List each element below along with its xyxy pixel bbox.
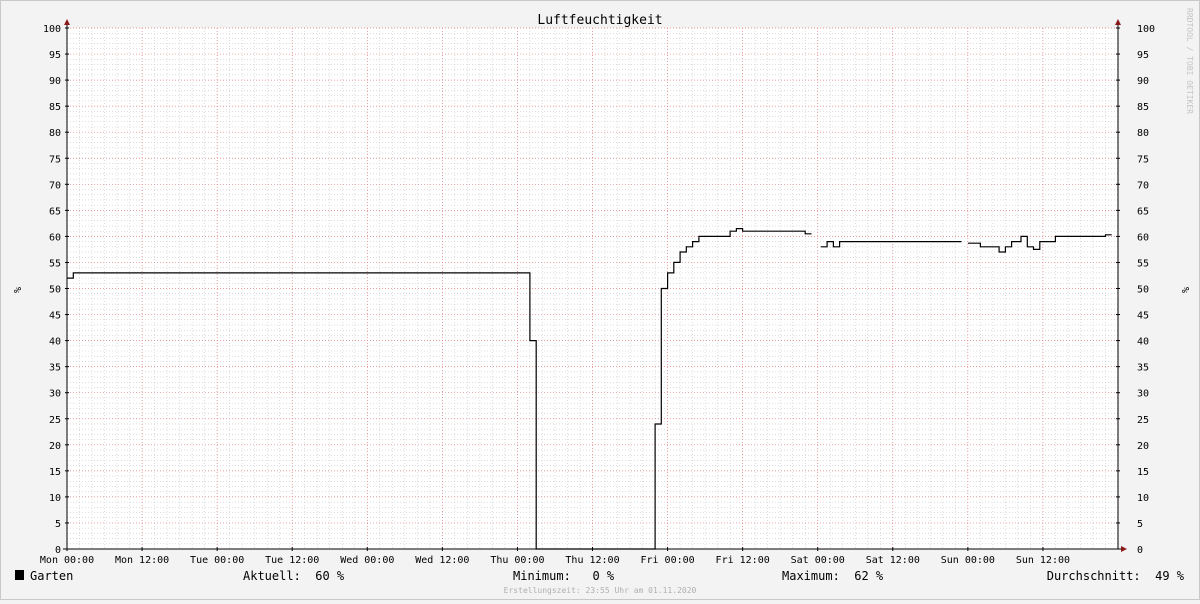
y-tick-label-right: 75 (1137, 154, 1149, 165)
y-axis-label-left: % (11, 287, 22, 293)
legend-swatch (15, 570, 24, 580)
legend-average: Durchschnitt: 49 % (1047, 569, 1185, 583)
y-tick-label-right: 100 (1137, 24, 1155, 35)
y-tick-label: 20 (49, 441, 61, 452)
y-tick-label: 65 (49, 206, 61, 217)
y-tick-label-right: 90 (1137, 76, 1149, 87)
legend-minimum: Minimum: 0 % (513, 569, 615, 583)
y-tick-label: 55 (49, 258, 61, 269)
y-tick-label-right: 45 (1137, 311, 1149, 322)
y-tick-label-right: 0 (1137, 545, 1143, 556)
footer-timestamp: Erstellungszeit: 23:55 Uhr am 01.11.2020 (504, 586, 697, 595)
y-tick-label-right: 85 (1137, 102, 1149, 113)
x-tick-label: Thu 00:00 (490, 555, 544, 566)
y-tick-label: 50 (49, 285, 61, 296)
y-tick-label: 80 (49, 128, 61, 139)
y-tick-labels-left: 0510152025303540455055606570758085909510… (43, 24, 61, 556)
x-tick-label: Mon 00:00 (40, 555, 94, 566)
y-tick-label-right: 25 (1137, 415, 1149, 426)
x-tick-label: Wed 00:00 (340, 555, 394, 566)
y-tick-label: 40 (49, 337, 61, 348)
legend-series-name: Garten (30, 569, 73, 583)
y-tick-label: 85 (49, 102, 61, 113)
legend-current: Aktuell: 60 % (243, 569, 345, 583)
y-tick-label-right: 65 (1137, 206, 1149, 217)
y-tick-label: 15 (49, 467, 61, 478)
y-tick-label-right: 10 (1137, 493, 1149, 504)
y-axis-arrow-right (1115, 19, 1121, 25)
y-tick-label-right: 55 (1137, 258, 1149, 269)
y-tick-label-right: 50 (1137, 285, 1149, 296)
y-tick-label: 30 (49, 389, 61, 400)
x-tick-label: Thu 12:00 (565, 555, 619, 566)
y-tick-label: 95 (49, 50, 61, 61)
x-tick-label: Sat 12:00 (866, 555, 920, 566)
x-tick-label: Mon 12:00 (115, 555, 169, 566)
y-axis-label-right: % (1179, 287, 1190, 293)
y-tick-label-right: 95 (1137, 50, 1149, 61)
y-tick-label-right: 60 (1137, 232, 1149, 243)
chart-frame: 0 5 10 15 20 25 30 35 40 45 50 55 60 65 70 75 80 85 90 95 10… (0, 0, 1200, 600)
y-tick-label: 45 (49, 311, 61, 322)
x-tick-label: Sun 00:00 (941, 555, 995, 566)
x-tick-label: Tue 00:00 (190, 555, 244, 566)
y-tick-label-right: 15 (1137, 467, 1149, 478)
y-tick-label-right: 20 (1137, 441, 1149, 452)
y-axis-arrow-left (64, 19, 70, 25)
x-axis-arrow (1121, 546, 1127, 552)
x-tick-label: Wed 12:00 (415, 555, 469, 566)
y-tick-label: 70 (49, 180, 61, 191)
y-tick-labels-right: 0 5 10 15 20 25 30 35 40 45 50 55 60 65 70 75 80 85 90 95 10… (1137, 24, 1155, 556)
y-tick-label-right: 70 (1137, 180, 1149, 191)
chart-title: Luftfeuchtigkeit (537, 13, 662, 28)
y-tick-label-right: 30 (1137, 389, 1149, 400)
y-tick-label-right: 35 (1137, 363, 1149, 374)
legend-maximum: Maximum: 62 % (782, 569, 884, 583)
y-tick-label-right: 5 (1137, 519, 1143, 530)
y-tick-label: 5 (55, 519, 61, 530)
y-tick-label: 75 (49, 154, 61, 165)
y-tick-label: 100 (43, 24, 61, 35)
y-tick-label-right: 40 (1137, 337, 1149, 348)
x-tick-label: Sun 12:00 (1016, 555, 1070, 566)
x-tick-label: Tue 12:00 (265, 555, 319, 566)
x-tick-label: Sat 00:00 (791, 555, 845, 566)
humidity-chart: 0 5 10 15 20 25 30 35 40 45 50 55 60 65 70 75 80 85 90 95 10… (11, 8, 1194, 595)
x-tick-labels: Mon 00:00 Mon 12:00 Tue 00:00 Tue 12:00 Wed … (40, 555, 1070, 566)
y-tick-label: 10 (49, 493, 61, 504)
x-tick-label: Fri 12:00 (716, 555, 770, 566)
y-tick-label-right: 80 (1137, 128, 1149, 139)
y-tick-label: 90 (49, 76, 61, 87)
y-tick-label: 25 (49, 415, 61, 426)
y-tick-label: 35 (49, 363, 61, 374)
y-tick-label: 60 (49, 232, 61, 243)
watermark: RRDTOOL / TOBI OETIKER (1185, 8, 1194, 114)
x-tick-label: Fri 00:00 (640, 555, 694, 566)
